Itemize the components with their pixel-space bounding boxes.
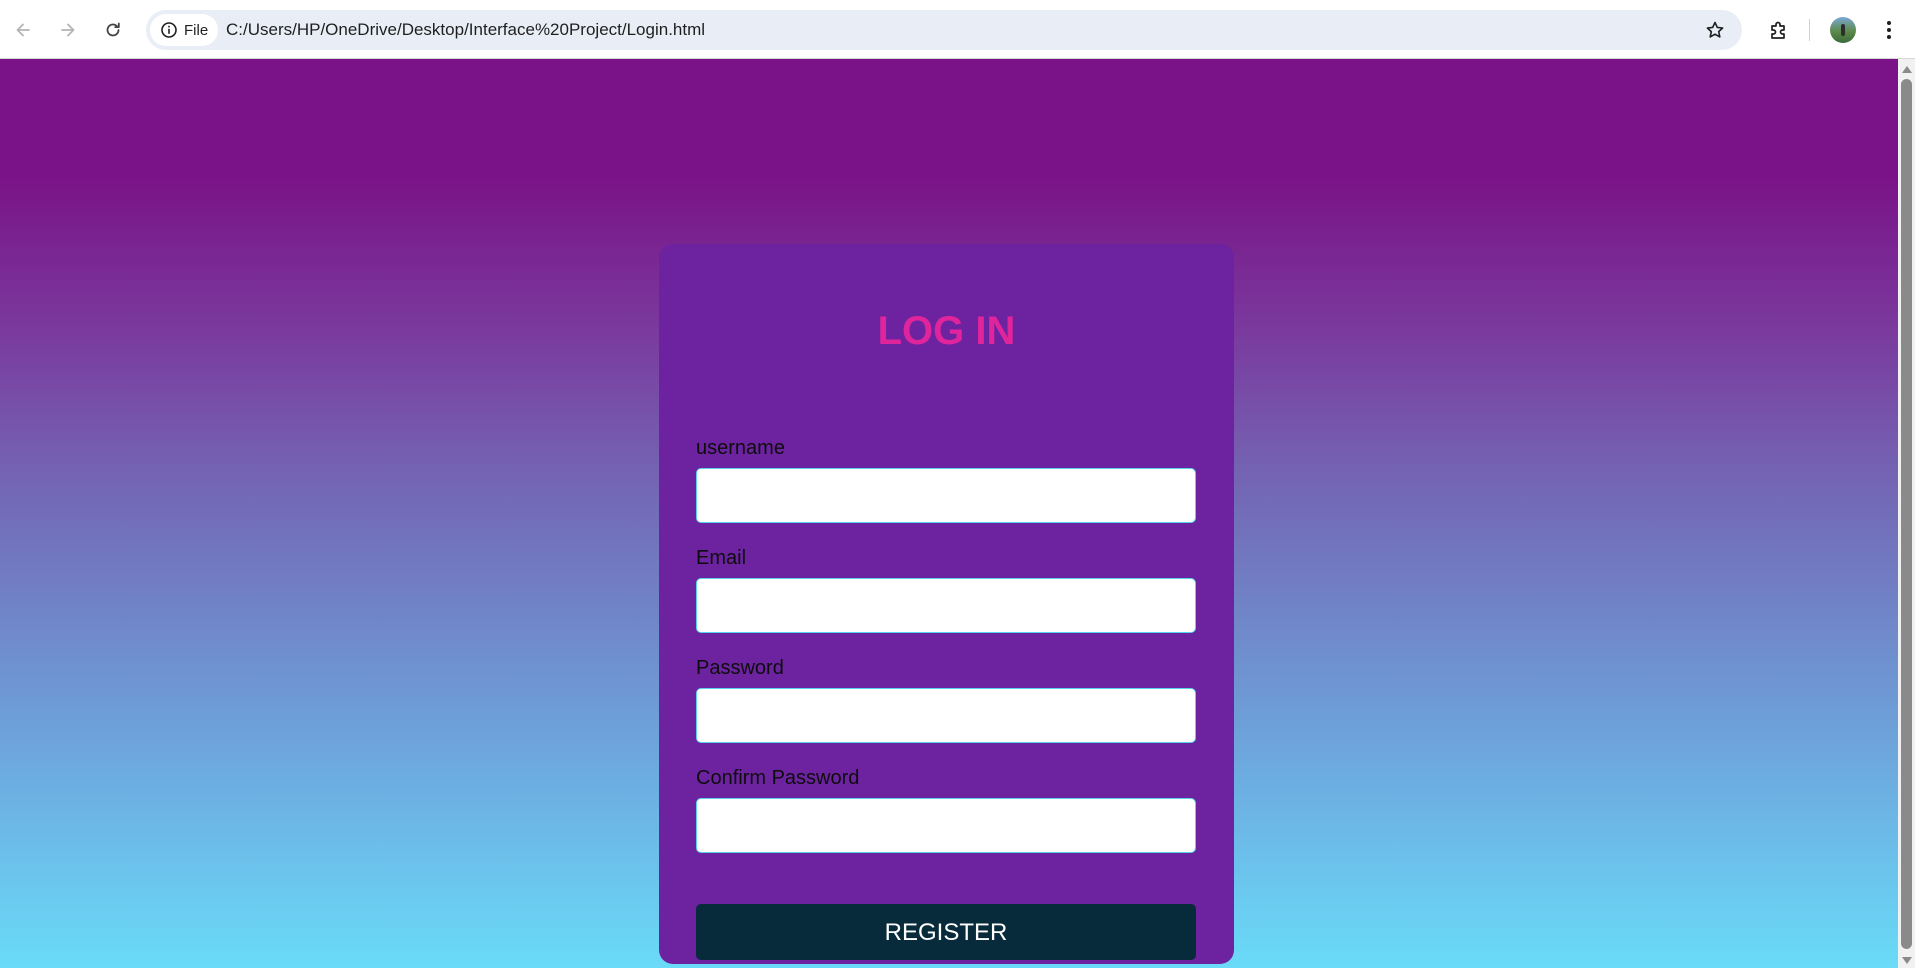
puzzle-icon — [1771, 21, 1785, 39]
address-bar[interactable]: File C:/Users/HP/OneDrive/Desktop/Interf… — [146, 10, 1742, 50]
profile-avatar[interactable] — [1830, 17, 1856, 43]
password-label: Password — [696, 657, 784, 679]
page-viewport: LOG IN username Email Password Confirm P… — [0, 59, 1898, 968]
star-icon — [1706, 21, 1724, 38]
username-field[interactable] — [696, 468, 1196, 523]
confirm-password-label: Confirm Password — [696, 767, 860, 789]
browser-menu-button[interactable] — [1874, 13, 1904, 47]
username-label: username — [696, 437, 785, 459]
vertical-scrollbar[interactable] — [1898, 59, 1915, 968]
email-field[interactable] — [696, 578, 1196, 633]
scroll-thumb[interactable] — [1901, 79, 1912, 949]
login-card: LOG IN username Email Password Confirm P… — [659, 244, 1234, 964]
site-chip-label: File — [184, 21, 209, 39]
bookmark-button[interactable] — [1702, 17, 1728, 43]
reload-button[interactable] — [96, 13, 130, 47]
reload-icon — [106, 22, 120, 37]
scroll-up-arrow-icon[interactable] — [1902, 66, 1912, 73]
browser-toolbar: File C:/Users/HP/OneDrive/Desktop/Interf… — [0, 0, 1915, 59]
arrow-left-icon — [16, 23, 30, 37]
back-button[interactable] — [6, 13, 40, 47]
site-info-chip[interactable]: File — [150, 14, 219, 46]
arrow-right-icon — [61, 23, 75, 37]
forward-button[interactable] — [51, 13, 85, 47]
url-text[interactable]: C:/Users/HP/OneDrive/Desktop/Interface%2… — [226, 10, 705, 50]
password-field[interactable] — [696, 688, 1196, 743]
info-icon — [161, 22, 177, 38]
extensions-button[interactable] — [1762, 13, 1796, 47]
kebab-menu-icon — [1887, 21, 1891, 39]
email-label: Email — [696, 547, 747, 569]
toolbar-separator — [1809, 19, 1810, 41]
confirm-password-field[interactable] — [696, 798, 1196, 853]
scroll-down-arrow-icon[interactable] — [1902, 957, 1912, 964]
register-button[interactable]: REGISTER — [696, 904, 1196, 960]
page-title: LOG IN — [877, 309, 1016, 353]
